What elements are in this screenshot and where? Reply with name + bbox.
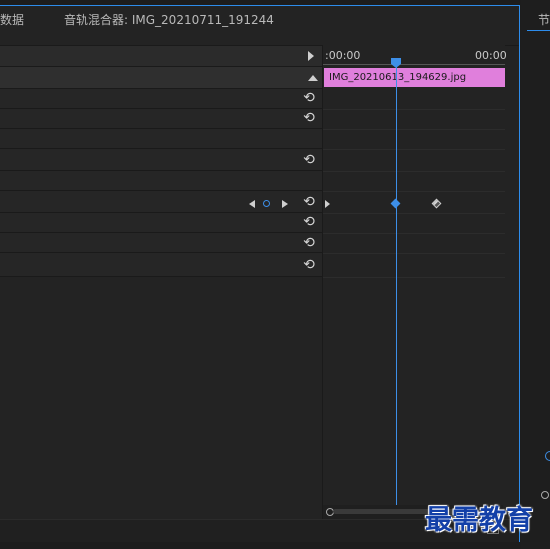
timeline-row-line [323,149,505,150]
effect-row-5 [0,171,322,191]
timeline-clip[interactable]: IMG_20210613_194629.jpg [324,68,505,87]
reset-icon[interactable]: ⟲ [301,195,317,209]
effect-row-8 [0,233,322,253]
effect-row-2 [0,109,322,129]
timeline-row-line [323,213,505,214]
effect-row-7 [0,213,322,233]
previous-keyframe-icon[interactable] [249,200,255,208]
next-keyframe-icon[interactable] [282,200,288,208]
side-panel-tab[interactable]: 节 [538,11,550,28]
timeline-row-line [323,277,505,278]
time-ruler-start: :00:00 [325,49,361,62]
effect-row-opacity [0,149,322,171]
reset-icon[interactable]: ⟲ [301,236,317,250]
reset-icon[interactable]: ⟲ [301,215,317,229]
side-scroll-handle-icon[interactable] [541,491,549,499]
playhead-line[interactable] [396,58,397,505]
effect-row-motion [0,89,322,109]
timeline-row-line [323,233,505,234]
timeline-row-line [323,253,505,254]
reset-icon[interactable]: ⟲ [301,258,317,272]
timeline-row-line [323,129,505,130]
timeline-row-line [323,171,505,172]
keyframe-start-marker-icon [325,200,330,208]
source-row [0,46,322,67]
effect-row-3 [0,129,322,149]
reset-icon[interactable]: ⟲ [301,153,317,167]
side-panel-accent [527,30,550,31]
playhead-handle-icon[interactable] [391,53,401,68]
expand-arrow-icon[interactable] [308,51,314,61]
time-ruler-end: 00:00 [475,49,507,62]
collapse-arrow-icon[interactable] [308,75,318,81]
watermark-logo: 最需教育 [425,505,533,536]
reset-icon[interactable]: ⟲ [301,111,317,125]
effect-row-keyframed [0,191,322,213]
timeline-row-line [323,109,505,110]
add-keyframe-icon[interactable] [263,200,270,207]
time-ruler-line [323,64,505,65]
video-effects-header [0,67,322,89]
timeline-row-line [323,191,505,192]
effect-row-9 [0,253,322,277]
side-handle-icon[interactable] [545,451,550,461]
reset-icon[interactable]: ⟲ [301,91,317,105]
tab-metadata[interactable]: 数据 [0,11,24,28]
side-panel [521,0,550,549]
tab-audio-mixer[interactable]: 音轨混合器: IMG_20210711_191244 [64,11,274,28]
